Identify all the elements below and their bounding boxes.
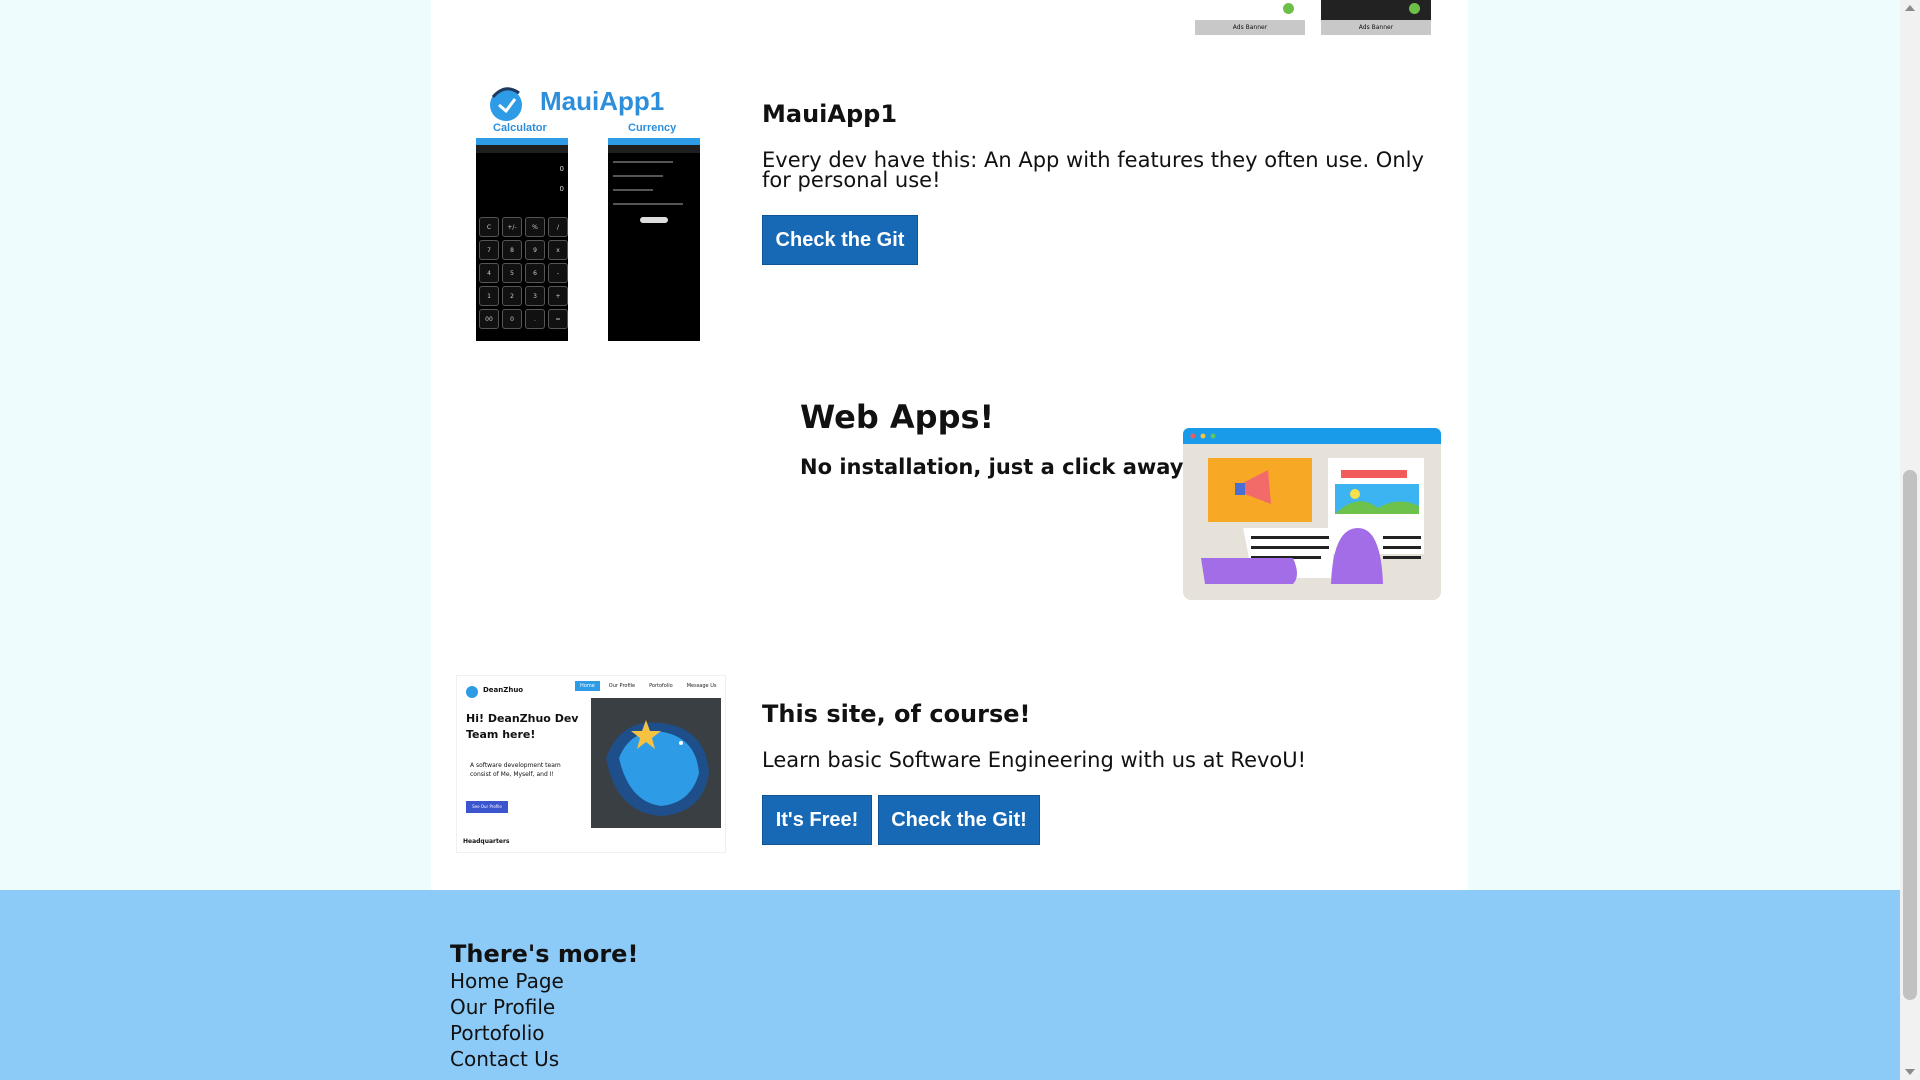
page-scrollbar[interactable] bbox=[1900, 0, 1920, 1080]
footer-title: There's more! bbox=[450, 940, 639, 968]
calc-key: 00 bbox=[479, 309, 499, 329]
status-dot-icon bbox=[1283, 3, 1294, 14]
calc-key: C bbox=[479, 217, 499, 237]
mauiapp-git-button[interactable]: Check the Git bbox=[762, 215, 918, 265]
site-title: This site, of course! bbox=[762, 700, 1031, 728]
check-git-button[interactable]: Check the Git! bbox=[878, 795, 1040, 845]
calc-key: 9 bbox=[525, 240, 545, 260]
calc-key: / bbox=[548, 217, 568, 237]
ads-preview-left: Ads Banner bbox=[1195, 0, 1305, 36]
thumb-text: A software development team consist of M… bbox=[470, 762, 561, 778]
footer-link-contact[interactable]: Contact Us bbox=[450, 1046, 638, 1072]
thumb-footer: Headquarters bbox=[463, 838, 510, 845]
calculator-keypad: C +/-%/ 7 8 9 x 4 5 6- 1 2 3 +00 0. = bbox=[479, 217, 568, 329]
footer: There's more! Home Page Our Profile Port… bbox=[0, 890, 1900, 1080]
maui-logo-icon bbox=[490, 87, 522, 121]
footer-link-portofolio[interactable]: Portofolio bbox=[450, 1020, 638, 1046]
thumb-nav-item: Home bbox=[575, 681, 600, 691]
site-description: Learn basic Software Engineering with us… bbox=[762, 748, 1307, 772]
thumb-label-currency: Currency bbox=[628, 122, 677, 134]
calc-key: 1 bbox=[479, 286, 499, 306]
scroll-down-icon[interactable] bbox=[1905, 1069, 1915, 1075]
ads-banner: Ads Banner bbox=[1195, 20, 1305, 35]
thumb-nav-item: Portofolio bbox=[649, 683, 673, 689]
webapps-illustration bbox=[1183, 428, 1441, 600]
calc-key: + bbox=[548, 286, 568, 306]
ads-banner: Ads Banner bbox=[1321, 20, 1431, 35]
mauiapp-title: MauiApp1 bbox=[762, 100, 898, 128]
status-dot-icon bbox=[1409, 3, 1420, 14]
calc-key: x bbox=[548, 240, 568, 260]
calc-key: 0 bbox=[502, 309, 522, 329]
mauiapp-thumbnail: MauiApp1 Calculator Currency 0 0 C +/-%/7… bbox=[470, 80, 710, 341]
site-thumbnail: DeanZhuo Home Our Profile Portofolio Messag… bbox=[456, 675, 726, 853]
calc-key: . bbox=[525, 309, 545, 329]
thumb-nav-item: Our Profile bbox=[608, 683, 636, 689]
thumb-title: MauiApp1 bbox=[540, 86, 665, 116]
calc-key: % bbox=[525, 217, 545, 237]
calc-key: 4 bbox=[479, 263, 499, 283]
calc-key: 5 bbox=[502, 263, 522, 283]
calc-key: = bbox=[548, 309, 568, 329]
deanzhuo-logo-icon bbox=[466, 686, 478, 698]
calc-key: 6 bbox=[525, 263, 545, 283]
thumb-heading: Hi! DeanZhuo Dev Team here! bbox=[466, 712, 579, 741]
scroll-up-icon[interactable] bbox=[1905, 5, 1915, 11]
calc-key: 8 bbox=[502, 240, 522, 260]
thumb-nav: Home Our Profile Portofolio Message Us bbox=[575, 681, 721, 691]
thumb-brand: DeanZhuo bbox=[483, 686, 524, 694]
calculator-screenshot: 0 0 C +/-%/7 8 9 x 4 5 6-1 2 3 +00 0. = bbox=[476, 138, 568, 341]
calc-key: +/- bbox=[502, 217, 522, 237]
webapps-title: Web Apps! bbox=[800, 398, 995, 436]
currency-screenshot bbox=[608, 138, 700, 341]
mauiapp-description: Every dev have this: An App with feature… bbox=[762, 148, 1424, 192]
calc-key: - bbox=[548, 263, 568, 283]
thumb-nav-item: Message Us bbox=[686, 683, 717, 689]
scrollbar-thumb[interactable] bbox=[1903, 470, 1917, 1000]
calc-key: 3 bbox=[525, 286, 545, 306]
calc-key: 7 bbox=[479, 240, 499, 260]
calc-key: 2 bbox=[502, 286, 522, 306]
footer-link-profile[interactable]: Our Profile bbox=[450, 994, 638, 1020]
ads-preview-right: Ads Banner bbox=[1321, 0, 1431, 36]
thumb-hero-image bbox=[591, 698, 721, 828]
its-free-button[interactable]: It's Free! bbox=[762, 795, 872, 845]
footer-link-home[interactable]: Home Page bbox=[450, 968, 638, 994]
thumb-button: See Our Profile bbox=[466, 801, 508, 813]
webapps-subtitle: No installation, just a click away! bbox=[800, 455, 1194, 479]
thumb-label-calculator: Calculator bbox=[493, 122, 547, 134]
